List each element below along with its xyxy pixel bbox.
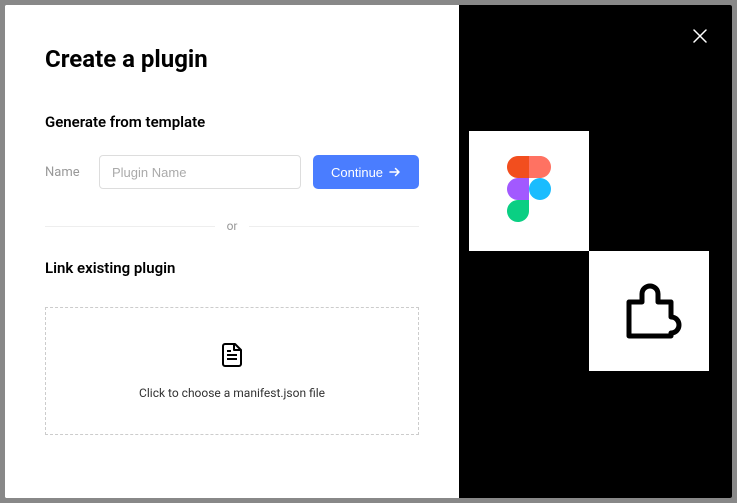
divider-text: or <box>215 219 250 233</box>
name-form-row: Name Continue <box>45 155 419 189</box>
left-panel: Create a plugin Generate from template N… <box>5 5 459 498</box>
continue-button[interactable]: Continue <box>313 155 419 189</box>
generate-heading: Generate from template <box>45 113 419 131</box>
figma-logo-icon <box>507 156 551 226</box>
link-heading: Link existing plugin <box>45 259 419 277</box>
divider: or <box>45 219 419 233</box>
plugin-name-input[interactable] <box>99 155 301 189</box>
close-icon <box>693 29 707 46</box>
figma-logo-tile <box>469 131 589 251</box>
arrow-right-icon <box>389 165 401 180</box>
close-button[interactable] <box>688 25 712 49</box>
dropzone-text: Click to choose a manifest.json file <box>139 386 325 400</box>
manifest-dropzone[interactable]: Click to choose a manifest.json file <box>45 307 419 435</box>
right-panel <box>459 5 732 498</box>
divider-line-left <box>45 226 215 227</box>
divider-line-right <box>249 226 419 227</box>
name-label: Name <box>45 165 87 180</box>
create-plugin-modal: Create a plugin Generate from template N… <box>5 5 732 498</box>
file-icon <box>221 342 243 372</box>
continue-label: Continue <box>331 165 383 180</box>
puzzle-tile <box>589 251 709 371</box>
puzzle-icon <box>614 274 684 348</box>
modal-title: Create a plugin <box>45 45 419 73</box>
